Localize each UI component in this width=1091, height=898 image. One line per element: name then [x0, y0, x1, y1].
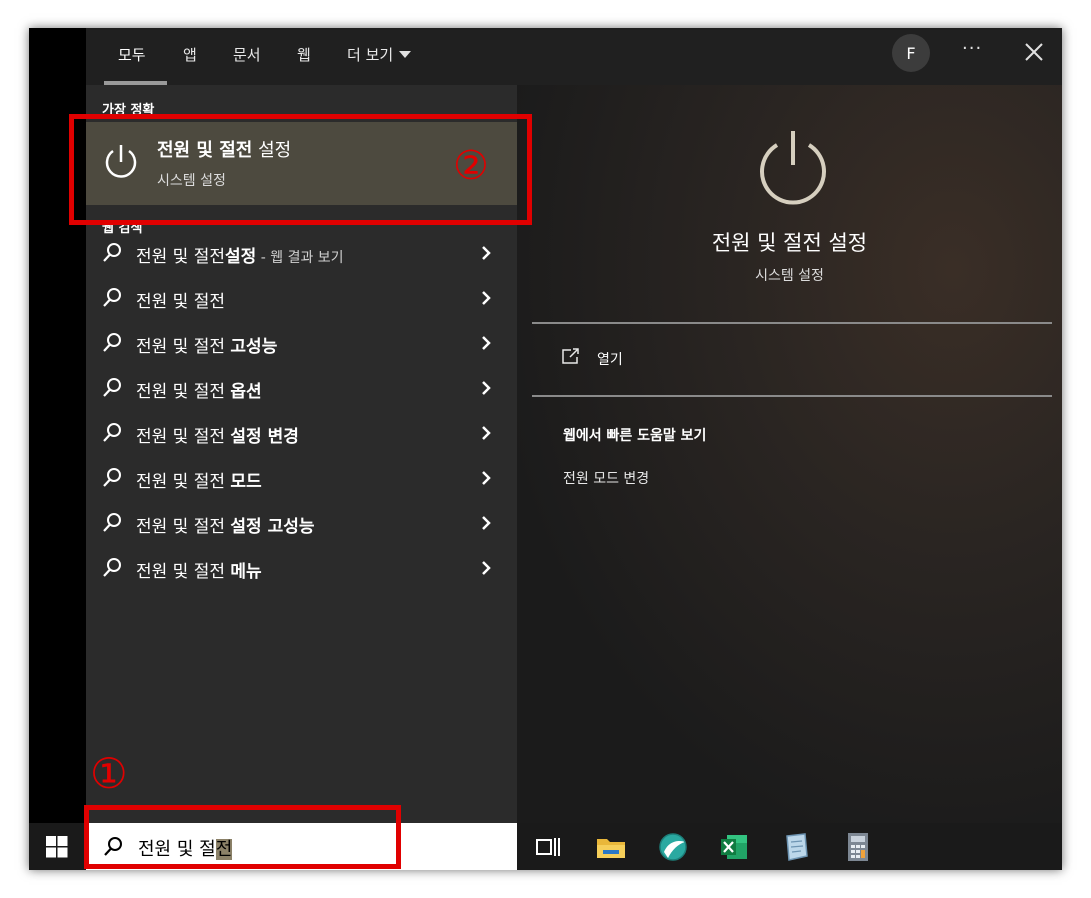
web-result-bold: 고성능 [230, 337, 278, 357]
web-result-suffix: - 웹 결과 보기 [256, 250, 344, 266]
preview-subtitle: 시스템 설정 [755, 268, 824, 284]
web-result-bold: 옵션 [230, 382, 262, 402]
chevron-right-icon [482, 246, 491, 260]
web-result-plain: 전원 및 절전 [136, 427, 231, 447]
search-icon [103, 468, 121, 487]
excel-icon[interactable] [717, 830, 751, 864]
browser-app-icon[interactable] [656, 830, 690, 864]
web-result-plain: 전원 및 절전 [136, 247, 226, 267]
web-result-text: 전원 및 절전 모드 [136, 467, 262, 492]
chevron-right-icon [482, 426, 491, 440]
web-result-text: 전원 및 절전 설정 변경 [136, 422, 299, 447]
annotation-marker-one: ① [90, 749, 128, 798]
web-result-plain: 전원 및 절전 [136, 337, 231, 357]
web-result-text: 전원 및 절전 [136, 287, 225, 312]
web-result-plain: 전원 및 절전 [136, 292, 226, 312]
preview-title: 전원 및 절전 설정 [711, 231, 868, 255]
web-result-item[interactable]: 전원 및 절전 메뉴 [86, 548, 517, 588]
chevron-right-icon [482, 291, 491, 305]
close-icon[interactable] [1014, 36, 1054, 70]
annotation-marker-two: ② [453, 143, 489, 189]
search-icon [103, 288, 121, 307]
search-scope-tabs: 모두 앱 문서 웹 더 보기 F ··· [86, 28, 1062, 85]
file-explorer-icon[interactable] [594, 830, 628, 864]
calculator-icon[interactable] [841, 830, 875, 864]
web-result-item[interactable]: 전원 및 절전설정 - 웹 결과 보기 [86, 233, 517, 273]
windows-start-icon[interactable] [46, 836, 68, 858]
tab-web[interactable]: 웹 [297, 44, 311, 65]
more-options-icon[interactable]: ··· [962, 38, 982, 59]
search-icon [103, 513, 121, 532]
web-result-bold: 설정 변경 [230, 427, 299, 447]
search-icon [103, 378, 121, 397]
web-result-plain: 전원 및 절전 [136, 382, 231, 402]
highlight-box-search [84, 805, 401, 869]
preview-panel: 전원 및 절전 설정 시스템 설정 열기 웹에서 빠른 도움말 보기 전원 모드… [517, 85, 1062, 823]
power-icon-large [760, 131, 826, 205]
open-label: 열기 [597, 352, 623, 368]
web-result-bold: 모드 [230, 472, 262, 492]
web-result-item[interactable]: 전원 및 절전 옵션 [86, 368, 517, 408]
chevron-right-icon [482, 516, 491, 530]
search-icon [103, 423, 121, 442]
web-result-bold: 설정 고성능 [230, 517, 315, 537]
web-result-text: 전원 및 절전 옵션 [136, 377, 262, 402]
web-result-item[interactable]: 전원 및 절전 설정 변경 [86, 413, 517, 453]
account-avatar[interactable]: F [892, 34, 930, 72]
chevron-right-icon [482, 336, 491, 350]
web-help-link[interactable]: 전원 모드 변경 [563, 468, 649, 488]
web-result-text: 전원 및 절전 고성능 [136, 332, 277, 357]
tab-apps[interactable]: 앱 [183, 44, 197, 65]
search-icon [103, 558, 121, 577]
web-result-item[interactable]: 전원 및 절전 [86, 278, 517, 318]
web-result-plain: 전원 및 절전 [136, 562, 231, 582]
chevron-right-icon [482, 471, 491, 485]
chevron-right-icon [482, 561, 491, 575]
task-view-icon[interactable] [531, 830, 565, 864]
divider [532, 322, 1052, 324]
web-result-item[interactable]: 전원 및 절전 설정 고성능 [86, 503, 517, 543]
divider [532, 395, 1052, 397]
web-result-bold: 메뉴 [230, 562, 262, 582]
web-result-text: 전원 및 절전설정 - 웹 결과 보기 [136, 242, 344, 267]
tab-more-label: 더 보기 [347, 46, 394, 64]
chevron-right-icon [482, 381, 491, 395]
search-icon [103, 333, 121, 352]
open-action[interactable]: 열기 [547, 340, 1037, 376]
open-external-icon [562, 348, 579, 364]
web-result-plain: 전원 및 절전 [136, 472, 231, 492]
tab-documents[interactable]: 문서 [233, 44, 261, 65]
web-result-item[interactable]: 전원 및 절전 고성능 [86, 323, 517, 363]
search-icon [103, 243, 121, 262]
web-result-bold: 설정 [225, 247, 257, 267]
tab-more[interactable]: 더 보기 [347, 44, 412, 65]
web-help-header: 웹에서 빠른 도움말 보기 [563, 428, 707, 444]
chevron-down-icon [399, 51, 412, 58]
web-result-item[interactable]: 전원 및 절전 모드 [86, 458, 517, 498]
web-result-text: 전원 및 절전 설정 고성능 [136, 512, 315, 537]
tab-all[interactable]: 모두 [118, 44, 146, 65]
web-result-plain: 전원 및 절전 [136, 517, 231, 537]
notes-app-icon[interactable] [779, 830, 813, 864]
web-result-text: 전원 및 절전 메뉴 [136, 557, 262, 582]
